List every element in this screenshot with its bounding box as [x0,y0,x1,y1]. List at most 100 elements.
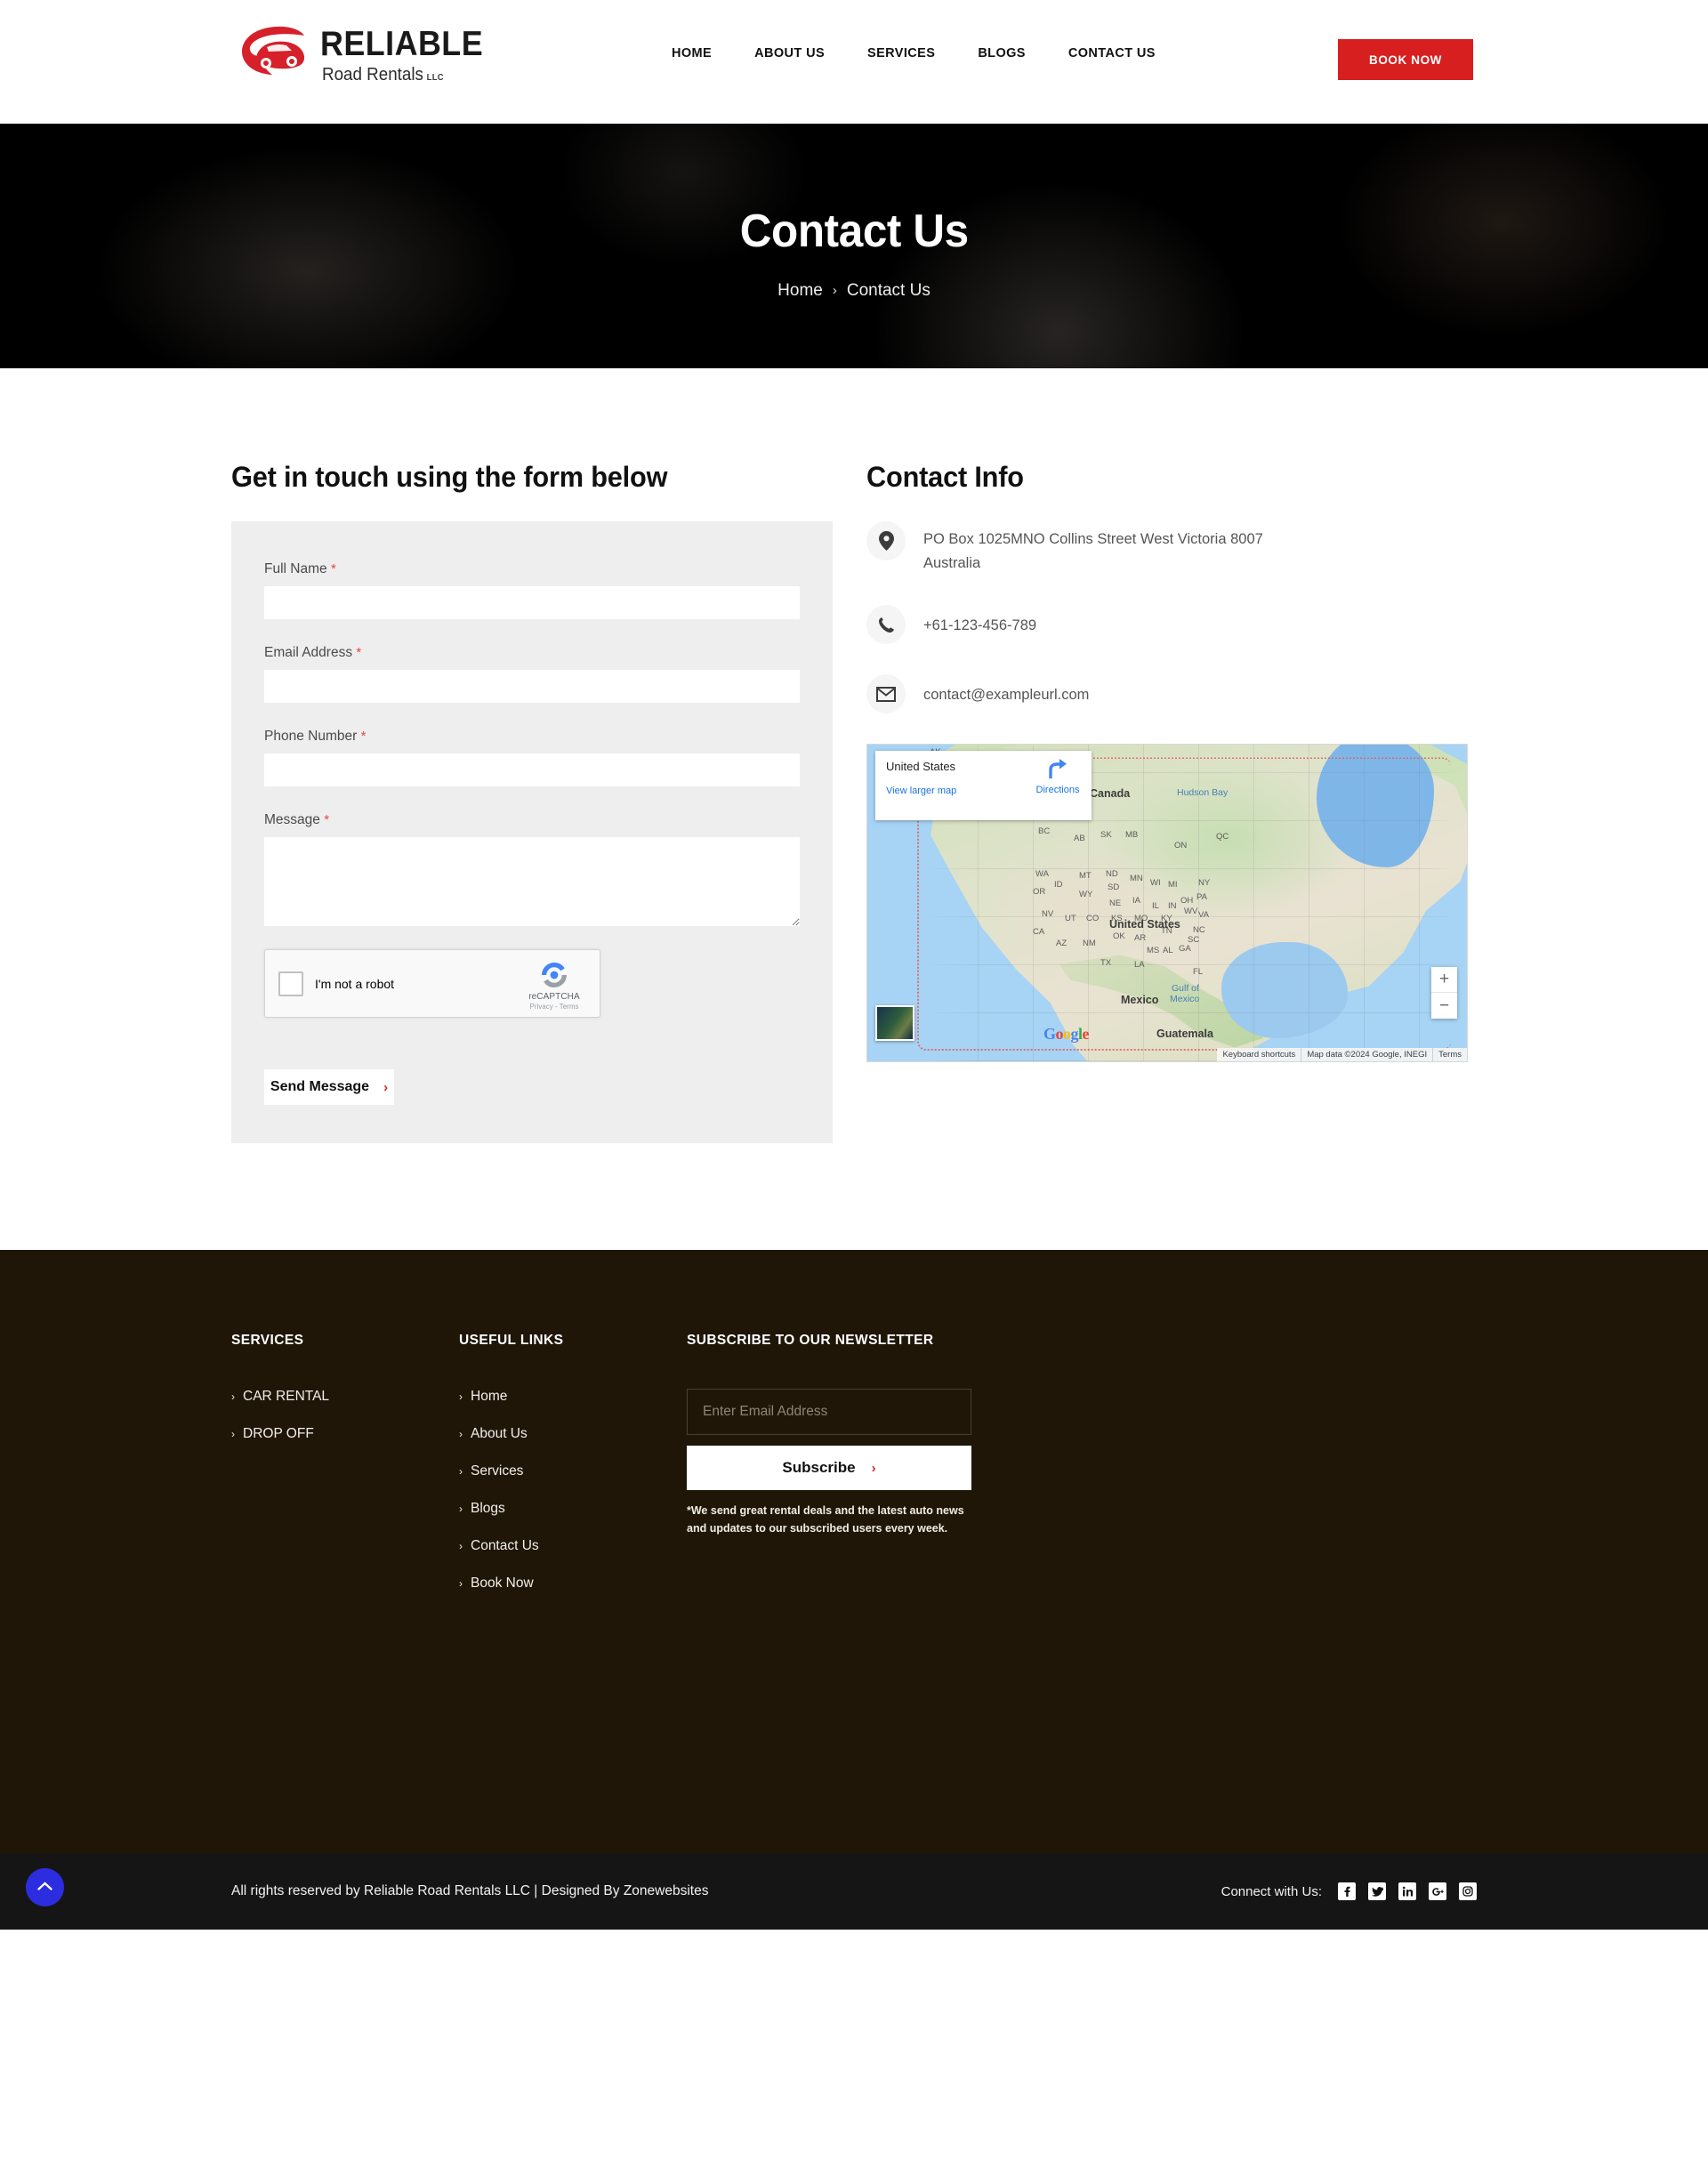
site-footer: SERVICES › CAR RENTAL › DROP OFF USEFUL … [0,1250,1708,1853]
footer-link-contact-us[interactable]: › Contact Us [459,1538,687,1554]
field-email-address: Email Address * [264,645,800,703]
chevron-right-icon: › [231,1428,235,1440]
instagram-icon[interactable] [1459,1882,1477,1900]
chevron-right-icon: › [459,1428,463,1440]
map-label: MT [1079,871,1092,882]
phone-number-label-text: Phone Number [264,729,358,744]
footer-bottom-bar: All rights reserved by Reliable Road Ren… [0,1853,1708,1930]
nav-item-home[interactable]: HOME [650,46,733,60]
contact-info-phone: +61-123-456-789 [866,605,1468,645]
map-label: Gulf of [1172,983,1199,995]
field-phone-number: Phone Number * [264,729,800,786]
map-label: OK [1113,931,1125,942]
recaptcha-brand: reCAPTCHA [528,992,580,1002]
chevron-up-icon [37,1880,52,1896]
footer-link-label: Book Now [471,1576,534,1591]
email-address-label: Email Address * [264,645,800,661]
required-asterisk: * [360,729,367,744]
logo-suffix: LLC [426,72,444,83]
send-message-button[interactable]: Send Message › [264,1069,394,1105]
linkedin-icon[interactable] [1398,1882,1416,1900]
footer-link-book-now[interactable]: › Book Now [459,1576,687,1592]
required-asterisk: * [356,645,362,660]
site-logo[interactable]: RELIABLE Road Rentals LLC [238,25,497,85]
footer-link-label: Services [471,1463,524,1479]
chevron-right-icon: › [871,1460,876,1476]
phone-icon [866,605,906,645]
map-label: ID [1054,880,1063,891]
google-plus-icon[interactable] [1429,1882,1446,1900]
required-asterisk: * [330,561,336,576]
map-label: AR [1134,933,1147,944]
footer-link-car-rental[interactable]: › CAR RENTAL [231,1389,459,1405]
send-message-label: Send Message [270,1079,370,1094]
map-label: IA [1132,896,1140,907]
google-logo: Google [1043,1025,1090,1044]
nav-item-about-us[interactable]: ABOUT US [733,46,846,60]
social-links: Connect with Us: [1221,1882,1477,1900]
recaptcha-widget[interactable]: I'm not a robot reCAPTCHA Privacy - Term… [264,949,600,1018]
scroll-to-top-button[interactable] [26,1868,64,1906]
full-name-input[interactable] [264,586,800,619]
newsletter-note: *We send great rental deals and the late… [687,1504,964,1535]
book-now-button[interactable]: BOOK NOW [1338,39,1473,80]
chevron-right-icon: › [459,1465,463,1478]
map-zoom-in-button[interactable]: + [1431,967,1457,994]
nav-item-services[interactable]: SERVICES [846,46,956,60]
footer-column-newsletter: SUBSCRIBE TO OUR NEWSLETTER Subscribe › … [687,1333,971,1613]
phone-text[interactable]: +61-123-456-789 [923,605,1036,638]
map-label: LA [1134,960,1145,971]
breadcrumb-home-link[interactable]: Home [777,281,823,301]
map-terms-link[interactable]: Terms [1432,1048,1467,1062]
footer-link-label: About Us [471,1426,528,1441]
required-asterisk: * [324,812,330,827]
subscribe-button[interactable]: Subscribe › [687,1446,971,1490]
map-label: MS [1147,946,1160,956]
copyright-text: All rights reserved by Reliable Road Ren… [231,1883,709,1898]
field-full-name: Full Name * [264,561,800,619]
map-label: NM [1083,939,1096,949]
logo-tagline: Road Rentals [322,64,423,85]
map-label: VA [1198,910,1209,921]
map-label: WY [1079,890,1093,900]
map-data-credit: Map data ©2024 Google, INEGI [1301,1048,1432,1062]
email-text[interactable]: contact@exampleurl.com [923,674,1089,707]
footer-link-about-us[interactable]: › About Us [459,1426,687,1442]
map-label: IN [1168,901,1177,912]
footer-link-drop-off[interactable]: › DROP OFF [231,1426,459,1442]
map-label: United States [1109,918,1180,931]
email-address-input[interactable] [264,670,800,703]
main-navigation: HOME ABOUT US SERVICES BLOGS CONTACT US [650,46,1177,60]
map-zoom-out-button[interactable]: − [1431,993,1457,1019]
footer-link-label: DROP OFF [243,1426,314,1441]
full-name-label-text: Full Name [264,561,327,576]
map-info-card: United States Directions View larger map [875,751,1092,821]
nav-item-blogs[interactable]: BLOGS [956,46,1047,60]
footer-link-label: Home [471,1389,508,1404]
map-label: OH [1180,896,1194,907]
footer-link-blogs[interactable]: › Blogs [459,1501,687,1517]
message-textarea[interactable] [264,837,800,926]
recaptcha-terms[interactable]: Privacy - Terms [520,1003,589,1011]
newsletter-email-input[interactable] [687,1389,971,1435]
map-label: Hudson Bay [1177,787,1229,799]
keyboard-shortcuts-link[interactable]: Keyboard shortcuts [1217,1048,1301,1061]
phone-number-input[interactable] [264,754,800,786]
google-map-embed[interactable]: AKBCABSKMBONQCWAORIDMTNDMNWIMINYSDWYNEIA… [866,744,1468,1063]
contact-info-list: PO Box 1025MNO Collins Street West Victo… [866,521,1468,714]
map-label: CA [1033,927,1045,938]
recaptcha-checkbox[interactable] [278,971,303,996]
map-directions-button[interactable]: Directions [1033,758,1083,795]
footer-link-services[interactable]: › Services [459,1463,687,1479]
twitter-icon[interactable] [1368,1882,1386,1900]
map-satellite-thumbnail[interactable] [875,1005,914,1042]
nav-item-contact-us[interactable]: CONTACT US [1047,46,1177,60]
map-label: NC [1193,925,1205,936]
map-label: AB [1074,834,1085,844]
map-label: WV [1184,907,1198,917]
footer-services-heading: SERVICES [231,1333,304,1348]
footer-link-home[interactable]: › Home [459,1389,687,1405]
page-hero-banner: Contact Us Home › Contact Us [0,124,1708,368]
facebook-icon[interactable] [1338,1882,1356,1900]
form-heading: Get in touch using the form below [231,461,668,493]
